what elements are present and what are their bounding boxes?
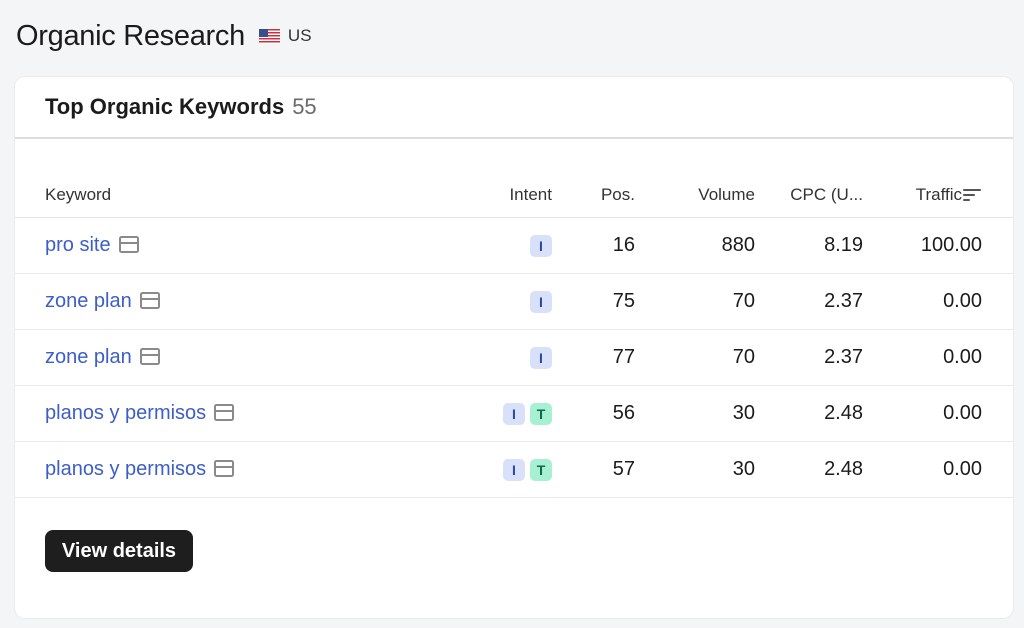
intent-badges: IT: [503, 403, 552, 425]
intent-cell: I: [435, 329, 552, 386]
intent-badge-t[interactable]: T: [530, 459, 552, 481]
volume-cell: 70: [635, 273, 755, 330]
top-organic-keywords-card: Top Organic Keywords 55 Keyword Intent P…: [15, 77, 1013, 618]
keyword-cell: pro site: [15, 217, 435, 274]
traffic-cell: 100.00: [863, 217, 1013, 274]
table-header-row: Keyword Intent Pos. Volume CPC (U... Tra…: [15, 173, 1013, 218]
intent-cell: IT: [435, 385, 552, 442]
intent-badge-i[interactable]: I: [530, 235, 552, 257]
serp-features-icon[interactable]: [139, 292, 160, 309]
page-title: Organic Research: [16, 19, 245, 52]
table-row: zone plan I 75 70 2.37 0.00: [15, 273, 1013, 330]
keywords-table: Keyword Intent Pos. Volume CPC (U... Tra…: [15, 173, 1013, 498]
view-details-button[interactable]: View details: [45, 530, 193, 572]
traffic-cell: 0.00: [863, 273, 1013, 330]
position-cell: 16: [552, 217, 635, 274]
intent-badge-t[interactable]: T: [530, 403, 552, 425]
intent-badges: I: [530, 347, 552, 369]
serp-features-icon[interactable]: [118, 236, 139, 253]
intent-badges: I: [530, 235, 552, 257]
intent-badge-i[interactable]: I: [503, 403, 525, 425]
table-row: planos y permisos IT 56 30 2.48 0.00: [15, 385, 1013, 442]
volume-cell: 880: [635, 217, 755, 274]
intent-cell: I: [435, 273, 552, 330]
intent-cell: I: [435, 217, 552, 274]
card-header: Top Organic Keywords 55: [15, 77, 1013, 139]
cpc-cell: 2.37: [755, 273, 863, 330]
position-cell: 57: [552, 441, 635, 498]
cpc-cell: 2.48: [755, 385, 863, 442]
keyword-link[interactable]: planos y permisos: [45, 402, 206, 424]
column-header-traffic[interactable]: Traffic: [863, 173, 1013, 218]
keyword-link[interactable]: pro site: [45, 234, 111, 256]
serp-features-icon[interactable]: [139, 348, 160, 365]
traffic-cell: 0.00: [863, 385, 1013, 442]
intent-cell: IT: [435, 441, 552, 498]
intent-badge-i[interactable]: I: [530, 347, 552, 369]
column-header-position[interactable]: Pos.: [552, 173, 635, 218]
volume-cell: 70: [635, 329, 755, 386]
page-header: Organic Research US: [16, 16, 312, 56]
traffic-header-label: Traffic: [915, 185, 962, 204]
intent-badges: IT: [503, 459, 552, 481]
position-cell: 77: [552, 329, 635, 386]
keyword-cell: planos y permisos: [15, 385, 435, 442]
intent-badge-i[interactable]: I: [503, 459, 525, 481]
keyword-link[interactable]: zone plan: [45, 290, 132, 312]
volume-cell: 30: [635, 441, 755, 498]
traffic-cell: 0.00: [863, 441, 1013, 498]
cpc-cell: 2.37: [755, 329, 863, 386]
keyword-cell: planos y permisos: [15, 441, 435, 498]
column-header-intent[interactable]: Intent: [435, 173, 552, 218]
table-row: zone plan I 77 70 2.37 0.00: [15, 329, 1013, 386]
intent-badges: I: [530, 291, 552, 313]
cpc-cell: 8.19: [755, 217, 863, 274]
column-header-keyword[interactable]: Keyword: [15, 173, 435, 218]
keyword-count: 55: [292, 94, 317, 119]
traffic-cell: 0.00: [863, 329, 1013, 386]
keyword-cell: zone plan: [15, 329, 435, 386]
table-row: planos y permisos IT 57 30 2.48 0.00: [15, 441, 1013, 498]
card-title: Top Organic Keywords: [45, 94, 285, 119]
keyword-link[interactable]: zone plan: [45, 346, 132, 368]
cpc-cell: 2.48: [755, 441, 863, 498]
keyword-cell: zone plan: [15, 273, 435, 330]
volume-cell: 30: [635, 385, 755, 442]
intent-badge-i[interactable]: I: [530, 291, 552, 313]
position-cell: 75: [552, 273, 635, 330]
region-label[interactable]: US: [288, 26, 312, 46]
us-flag-icon: [258, 28, 280, 44]
serp-features-icon[interactable]: [214, 460, 235, 477]
keyword-link[interactable]: planos y permisos: [45, 458, 206, 480]
sort-descending-icon[interactable]: [962, 188, 982, 202]
table-row: pro site I 16 880 8.19 100.00: [15, 217, 1013, 274]
serp-features-icon[interactable]: [214, 404, 235, 421]
column-header-cpc[interactable]: CPC (U...: [755, 173, 863, 218]
column-header-volume[interactable]: Volume: [635, 173, 755, 218]
position-cell: 56: [552, 385, 635, 442]
